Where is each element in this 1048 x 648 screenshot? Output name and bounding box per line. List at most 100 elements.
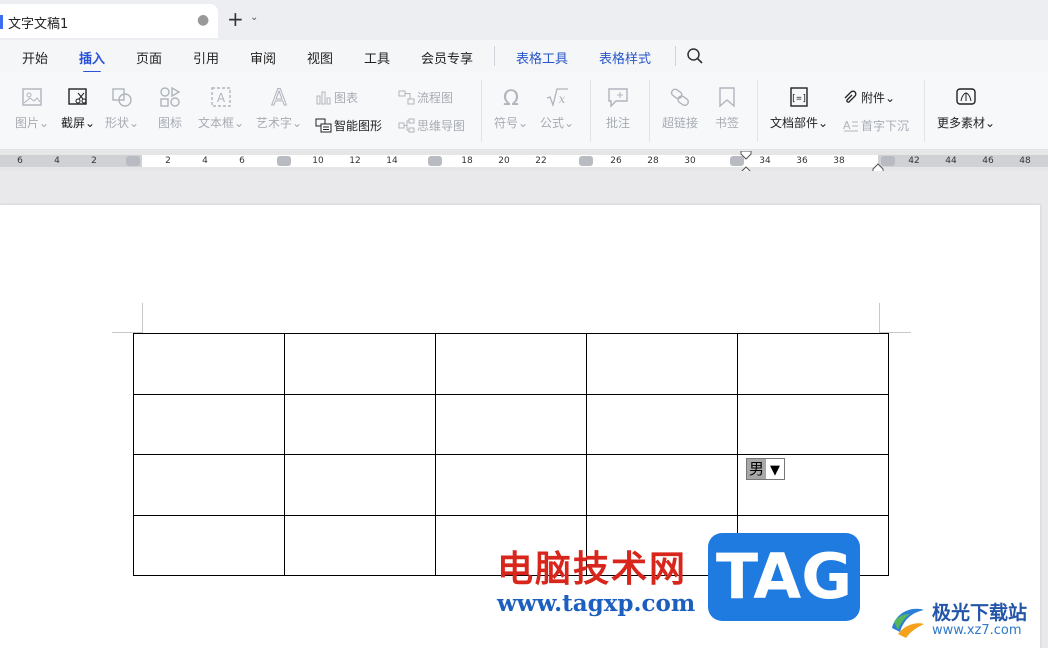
- smartart-icon: [315, 118, 332, 133]
- formula-button[interactable]: x 公式⌄: [538, 86, 576, 131]
- ruler-tick: 34: [759, 156, 771, 166]
- table-cell[interactable]: [284, 514, 436, 576]
- table-cell[interactable]: [284, 393, 436, 455]
- attachment-label: 附件: [861, 91, 886, 105]
- svg-text:[=]: [=]: [791, 94, 807, 104]
- tab-page[interactable]: 页面: [136, 48, 162, 67]
- drop-cap-button[interactable]: A 首字下沉: [842, 117, 909, 134]
- menu-divider: [494, 46, 495, 66]
- hyperlink-button[interactable]: 超链接: [660, 86, 700, 131]
- ruler-tick: 42: [908, 156, 920, 166]
- doc-parts-button[interactable]: [=] 文档部件⌄: [768, 86, 830, 131]
- symbol-button[interactable]: Ω 符号⌄: [492, 86, 530, 131]
- ruler-column-handle[interactable]: [126, 156, 140, 166]
- table-cell[interactable]: [435, 333, 587, 395]
- tab-table-style[interactable]: 表格样式: [599, 48, 651, 67]
- table-cell[interactable]: [284, 333, 436, 395]
- ruler-tick: 18: [461, 156, 473, 166]
- svg-text:A: A: [843, 119, 851, 132]
- comment-icon: [608, 88, 628, 108]
- table-row: [133, 333, 889, 395]
- shape-label: 形状: [104, 116, 129, 130]
- icon-library-button[interactable]: 图标: [152, 86, 188, 131]
- ruler-tick: 14: [386, 156, 398, 166]
- chevron-down-icon: ⌄: [984, 116, 996, 130]
- tab-tools[interactable]: 工具: [364, 48, 390, 67]
- chevron-down-icon: ⌄: [885, 91, 896, 105]
- table-cell[interactable]: [133, 514, 285, 576]
- chevron-down-icon: ⌄: [84, 116, 96, 130]
- shape-icon: [112, 88, 132, 107]
- ruler-tick: 36: [796, 156, 808, 166]
- tab-table-tools[interactable]: 表格工具: [516, 48, 568, 67]
- more-assets-button[interactable]: 更多素材⌄: [935, 86, 997, 131]
- tab-member[interactable]: 会员专享: [421, 48, 473, 67]
- drop-cap-icon: A: [843, 119, 858, 132]
- tab-home[interactable]: 开始: [22, 48, 48, 67]
- table-cell[interactable]: [586, 393, 738, 455]
- table-cell[interactable]: [737, 393, 889, 455]
- table-cell[interactable]: [284, 454, 436, 516]
- chevron-down-icon: ⌄: [517, 116, 529, 130]
- tab-references[interactable]: 引用: [193, 48, 219, 67]
- chevron-down-icon: ⌄: [291, 116, 303, 130]
- watermark-cn-text: 电脑技术网: [497, 549, 688, 590]
- flowchart-button[interactable]: 流程图: [398, 89, 453, 106]
- ruler-column-handle[interactable]: [428, 156, 442, 166]
- table-cell[interactable]: [133, 454, 285, 516]
- table-row: [133, 393, 889, 455]
- dropdown-form-field[interactable]: 男 ▼: [746, 458, 786, 481]
- smartart-label: 智能图形: [334, 119, 383, 133]
- ruler-tick: 4: [54, 156, 60, 166]
- ruler-tick: 46: [982, 156, 994, 166]
- screenshot-button[interactable]: 截屏⌄: [60, 86, 96, 131]
- textbox-button[interactable]: A 文本框⌄: [197, 86, 245, 131]
- table-cell[interactable]: [586, 454, 738, 516]
- chevron-down-icon[interactable]: ⌄: [250, 12, 258, 23]
- formula-icon: x: [546, 88, 568, 108]
- table-cell[interactable]: [435, 454, 587, 516]
- chart-button[interactable]: 图表: [315, 89, 358, 106]
- table-cell[interactable]: 男 ▼: [737, 454, 889, 516]
- aurora-logo-icon: [892, 608, 924, 638]
- document-tab-marker: [0, 15, 3, 29]
- ruler-column-handle[interactable]: [579, 156, 593, 166]
- tab-review[interactable]: 审阅: [250, 48, 276, 67]
- table-cell[interactable]: [737, 333, 889, 395]
- bookmark-button[interactable]: 书签: [711, 86, 743, 131]
- table-cell[interactable]: [435, 393, 587, 455]
- ruler-tick: 2: [91, 156, 97, 166]
- watermark-site-url: www.xz7.com: [932, 623, 1022, 638]
- unsaved-dot-icon[interactable]: ●: [197, 12, 209, 28]
- wordart-button[interactable]: A 艺术字⌄: [254, 86, 304, 131]
- chart-icon: [316, 91, 331, 105]
- comment-button[interactable]: 批注: [601, 86, 635, 131]
- horizontal-ruler[interactable]: 6 4 2 2 4 6 10 12 14 18 20 22 26 28 30 3…: [0, 151, 1048, 179]
- table-cell[interactable]: [586, 333, 738, 395]
- search-icon[interactable]: [686, 47, 704, 65]
- attachment-button[interactable]: 附件⌄: [842, 89, 895, 106]
- shape-button[interactable]: 形状⌄: [104, 86, 140, 131]
- picture-button[interactable]: 图片⌄: [14, 86, 50, 131]
- document-tab[interactable]: 文字文稿1 ●: [0, 4, 218, 38]
- ruler-tick: 26: [610, 156, 622, 166]
- screenshot-icon: [68, 88, 87, 105]
- new-tab-button[interactable]: +: [227, 8, 244, 30]
- table-cell[interactable]: [133, 393, 285, 455]
- dropdown-arrow-icon[interactable]: ▼: [766, 461, 784, 481]
- ribbon-divider: [757, 80, 758, 142]
- omega-icon: Ω: [503, 86, 519, 108]
- svg-text:x: x: [559, 92, 566, 106]
- more-assets-label: 更多素材: [936, 116, 985, 130]
- table-cell[interactable]: [133, 333, 285, 395]
- tab-view[interactable]: 视图: [307, 48, 333, 67]
- smartart-button[interactable]: 智能图形: [315, 117, 382, 134]
- document-tab-title: 文字文稿1: [8, 17, 69, 32]
- ruler-column-handle[interactable]: [277, 156, 291, 166]
- icon-library-icon: [160, 86, 181, 107]
- screenshot-label: 截屏: [60, 116, 85, 130]
- tab-insert[interactable]: 插入: [79, 48, 105, 73]
- title-bar: 文字文稿1 ● + ⌄: [0, 0, 1048, 40]
- ruler-tick: 38: [833, 156, 845, 166]
- mindmap-button[interactable]: 思维导图: [398, 117, 465, 134]
